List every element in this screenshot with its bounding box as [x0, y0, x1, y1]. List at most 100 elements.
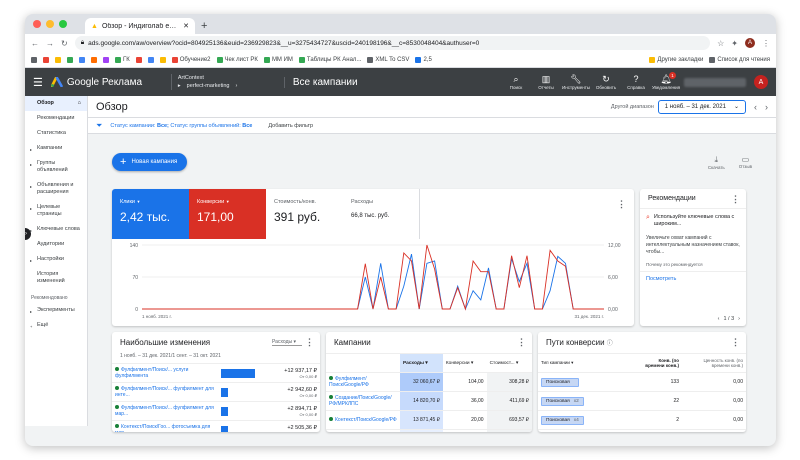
campaign-name[interactable]: Контекст/Поиск/Google/РФ [326, 410, 400, 430]
sidebar-item-ad-groups[interactable]: ▸ Группы объявлений [25, 156, 87, 178]
extensions-icon[interactable]: ✦ [731, 39, 738, 48]
reports-tool[interactable]: ▥ Отчеты [536, 74, 556, 90]
tools-tool[interactable]: 🔧︎ Инструменты [562, 74, 590, 90]
bookmark-icon[interactable] [103, 56, 109, 63]
sidebar-item-insights[interactable]: Статистика [25, 126, 87, 141]
table-row[interactable]: Поисковая 133 0,00 [538, 372, 746, 392]
campaign-name[interactable]: Создание/Поиск/Google/РФ/МРКЛПС [326, 391, 400, 411]
table-row[interactable]: Контекст/Поиск/Гоо... фотосъемка для мар… [112, 420, 320, 432]
table-row[interactable]: Фулфилмент/Поиск/... фулфилмент для инте… [112, 382, 320, 402]
sidebar-item-change-history[interactable]: История изменений [25, 267, 87, 289]
sidebar-item-more[interactable]: + Ещё [25, 318, 87, 333]
more-options-icon[interactable]: ⋮ [731, 337, 740, 348]
bookmark-icon[interactable] [43, 56, 49, 63]
campaign-name[interactable]: Фулфилмент/Поиск/... услуги фулфилмента [112, 363, 218, 383]
path-cell[interactable]: Поисковая x2 [538, 391, 638, 411]
next-icon[interactable]: › [738, 316, 740, 322]
search-tool[interactable]: ⌕ Поиск [506, 74, 526, 90]
previous-period-icon[interactable]: ‹ [754, 102, 757, 112]
star-icon[interactable]: ☆ [717, 39, 724, 48]
campaign-name[interactable]: Контекст/Поиск/Гоо... фотосъемка для мар… [112, 420, 218, 432]
close-window-button[interactable] [33, 20, 41, 28]
campaign-name[interactable]: Продвижение/Поиск/Google/РФ/МРКЛПС [326, 429, 400, 432]
filter-icon[interactable]: ⏷ [96, 121, 102, 131]
account-info[interactable]: ArtContext ▸ perfect-marketing › [170, 74, 276, 90]
bookmark-icon[interactable] [135, 56, 142, 63]
sidebar-item-keywords[interactable]: ▸ Ключевые слова [25, 222, 87, 237]
bookmark-item[interactable]: XML To CSV [367, 56, 409, 63]
download-button[interactable]: ⤓ Скачать [708, 155, 725, 170]
path-cell[interactable]: Поисковая x4 [538, 410, 638, 430]
why-recommended-link[interactable]: Почему это рекомендуется [640, 258, 746, 271]
url-field[interactable]: 🔒︎ ads.google.com/aw/overview?ocid=80492… [74, 36, 711, 50]
bookmark-item[interactable]: Таблицы РК Анал... [298, 56, 361, 63]
sidebar-item-campaigns[interactable]: ▸ Кампании [25, 141, 87, 156]
user-avatar[interactable]: A [754, 75, 768, 89]
help-icon[interactable]: ⓘ [607, 341, 613, 347]
header-campaign-type[interactable]: Тип кампании ▾ [538, 353, 638, 373]
metric-conversions[interactable]: Конверсии ▼ 171,00 [189, 189, 266, 239]
table-row[interactable]: Фулфилмент/Поиск/... фулфилмент для мар.… [112, 401, 320, 421]
table-row[interactable]: Создание/Поиск/Google/РФ/МРКЛПС 14 820,7… [326, 391, 532, 411]
bookmark-item[interactable]: 2,5 [415, 56, 432, 63]
back-icon[interactable]: ← [31, 39, 39, 48]
bookmark-item[interactable]: Обучение2 [171, 56, 211, 63]
sidebar-item-overview[interactable]: Обзор ⌂ [25, 96, 87, 111]
metric-cost[interactable]: Расходы 66,8 тыс. руб. [343, 189, 420, 239]
path-cell[interactable]: Поисковая [538, 372, 638, 392]
sidebar-item-settings[interactable]: ▸ Настройки [25, 252, 87, 267]
more-options-icon[interactable]: ⋮ [731, 194, 740, 205]
add-filter-button[interactable]: Добавить фильтр [268, 123, 313, 129]
bookmark-item[interactable]: Чек лист РК [216, 56, 258, 63]
header-cost[interactable]: Расходы ▾ [400, 353, 443, 373]
table-row[interactable]: Поисковая x4 2 0,00 [538, 410, 746, 430]
header-conversions[interactable]: Конверсии ▾ [442, 353, 487, 373]
notifications-tool[interactable]: 🔔︎ 1 Уведомления [652, 72, 680, 90]
more-options-icon[interactable]: ⋮ [305, 337, 314, 348]
campaign-name[interactable]: Фулфилмент/Поиск/Google/РФ [326, 372, 400, 392]
table-row[interactable]: Поисковаяx3 2 0,00 [538, 429, 746, 432]
refresh-tool[interactable]: ↻ Обновить [596, 74, 616, 90]
path-cell[interactable]: Поисковаяx3 [538, 429, 638, 432]
table-row[interactable]: Поисковая x2 22 0,00 [538, 391, 746, 411]
browser-tab[interactable]: ▲ Обзор - Индиголаб eLama - G ✕ [85, 18, 195, 34]
bookmark-icon[interactable] [67, 56, 73, 63]
google-ads-logo[interactable]: Google Реклама [50, 77, 163, 88]
bookmark-item[interactable]: ГК [115, 56, 130, 63]
bookmark-icon[interactable] [91, 56, 97, 63]
campaign-selector[interactable]: Все кампании [283, 76, 498, 88]
view-recommendation-button[interactable]: Посмотреть [640, 271, 746, 286]
help-tool[interactable]: ? Справка [626, 74, 646, 90]
sidebar-item-ads[interactable]: ▸ Объявления и расширения [25, 178, 87, 200]
header-conversions[interactable]: Конв. (по времени конв.) [638, 353, 682, 373]
bookmark-icon[interactable] [147, 56, 154, 63]
date-range-picker[interactable]: 1 нояб. – 31 дек. 2021 ⌄ [657, 99, 746, 114]
sidebar-item-experiments[interactable]: ▸ Эксперименты [25, 303, 87, 318]
close-tab-icon[interactable]: ✕ [183, 22, 189, 30]
sidebar-item-recommendations[interactable]: Рекомендации [25, 111, 87, 126]
reload-icon[interactable]: ↻ [61, 39, 68, 48]
bookmark-icon[interactable] [79, 56, 85, 63]
metric-clicks[interactable]: Клики ▼ 2,42 тыс. [112, 189, 189, 239]
sidebar-item-landing-pages[interactable]: ▸ Целевые страницы [25, 200, 87, 222]
next-period-icon[interactable]: › [765, 102, 768, 112]
more-options-icon[interactable]: ⋮ [517, 337, 526, 348]
sort-select[interactable]: Расходы ▾ [272, 339, 302, 346]
menu-icon[interactable]: ⋮ [762, 39, 770, 48]
table-row[interactable]: Фулфилмент/Поиск/Google/РФ 32 060,67 ₽ 1… [326, 372, 532, 392]
previous-icon[interactable]: ‹ [718, 316, 720, 322]
apps-icon[interactable] [31, 56, 37, 63]
more-options-icon[interactable]: ⋮ [617, 199, 626, 210]
table-row[interactable]: Контекст/Поиск/Google/РФ 13 871,45 ₽ 20,… [326, 410, 532, 430]
feedback-button[interactable]: ▭ Отзыв [739, 155, 752, 170]
filter-summary[interactable]: Статус кампании: Все; Статус группы объя… [110, 123, 252, 129]
header-cost-per-conv[interactable]: Стоимост... ▾ [486, 353, 532, 373]
minimize-window-button[interactable] [46, 20, 54, 28]
header-conversion-value[interactable]: Ценность конв. (по времени конв.) [682, 353, 746, 373]
recommendation-item[interactable]: ⌕ Используйте ключевые слова с широким..… [640, 208, 746, 233]
campaign-name[interactable]: Фулфилмент/Поиск/... фулфилмент для инте… [112, 382, 218, 402]
bookmark-icon[interactable] [159, 56, 166, 63]
new-campaign-button[interactable]: + Новая кампания [112, 153, 188, 171]
bookmark-icon[interactable] [55, 56, 61, 63]
reading-list[interactable]: Список для чтения [709, 56, 770, 63]
